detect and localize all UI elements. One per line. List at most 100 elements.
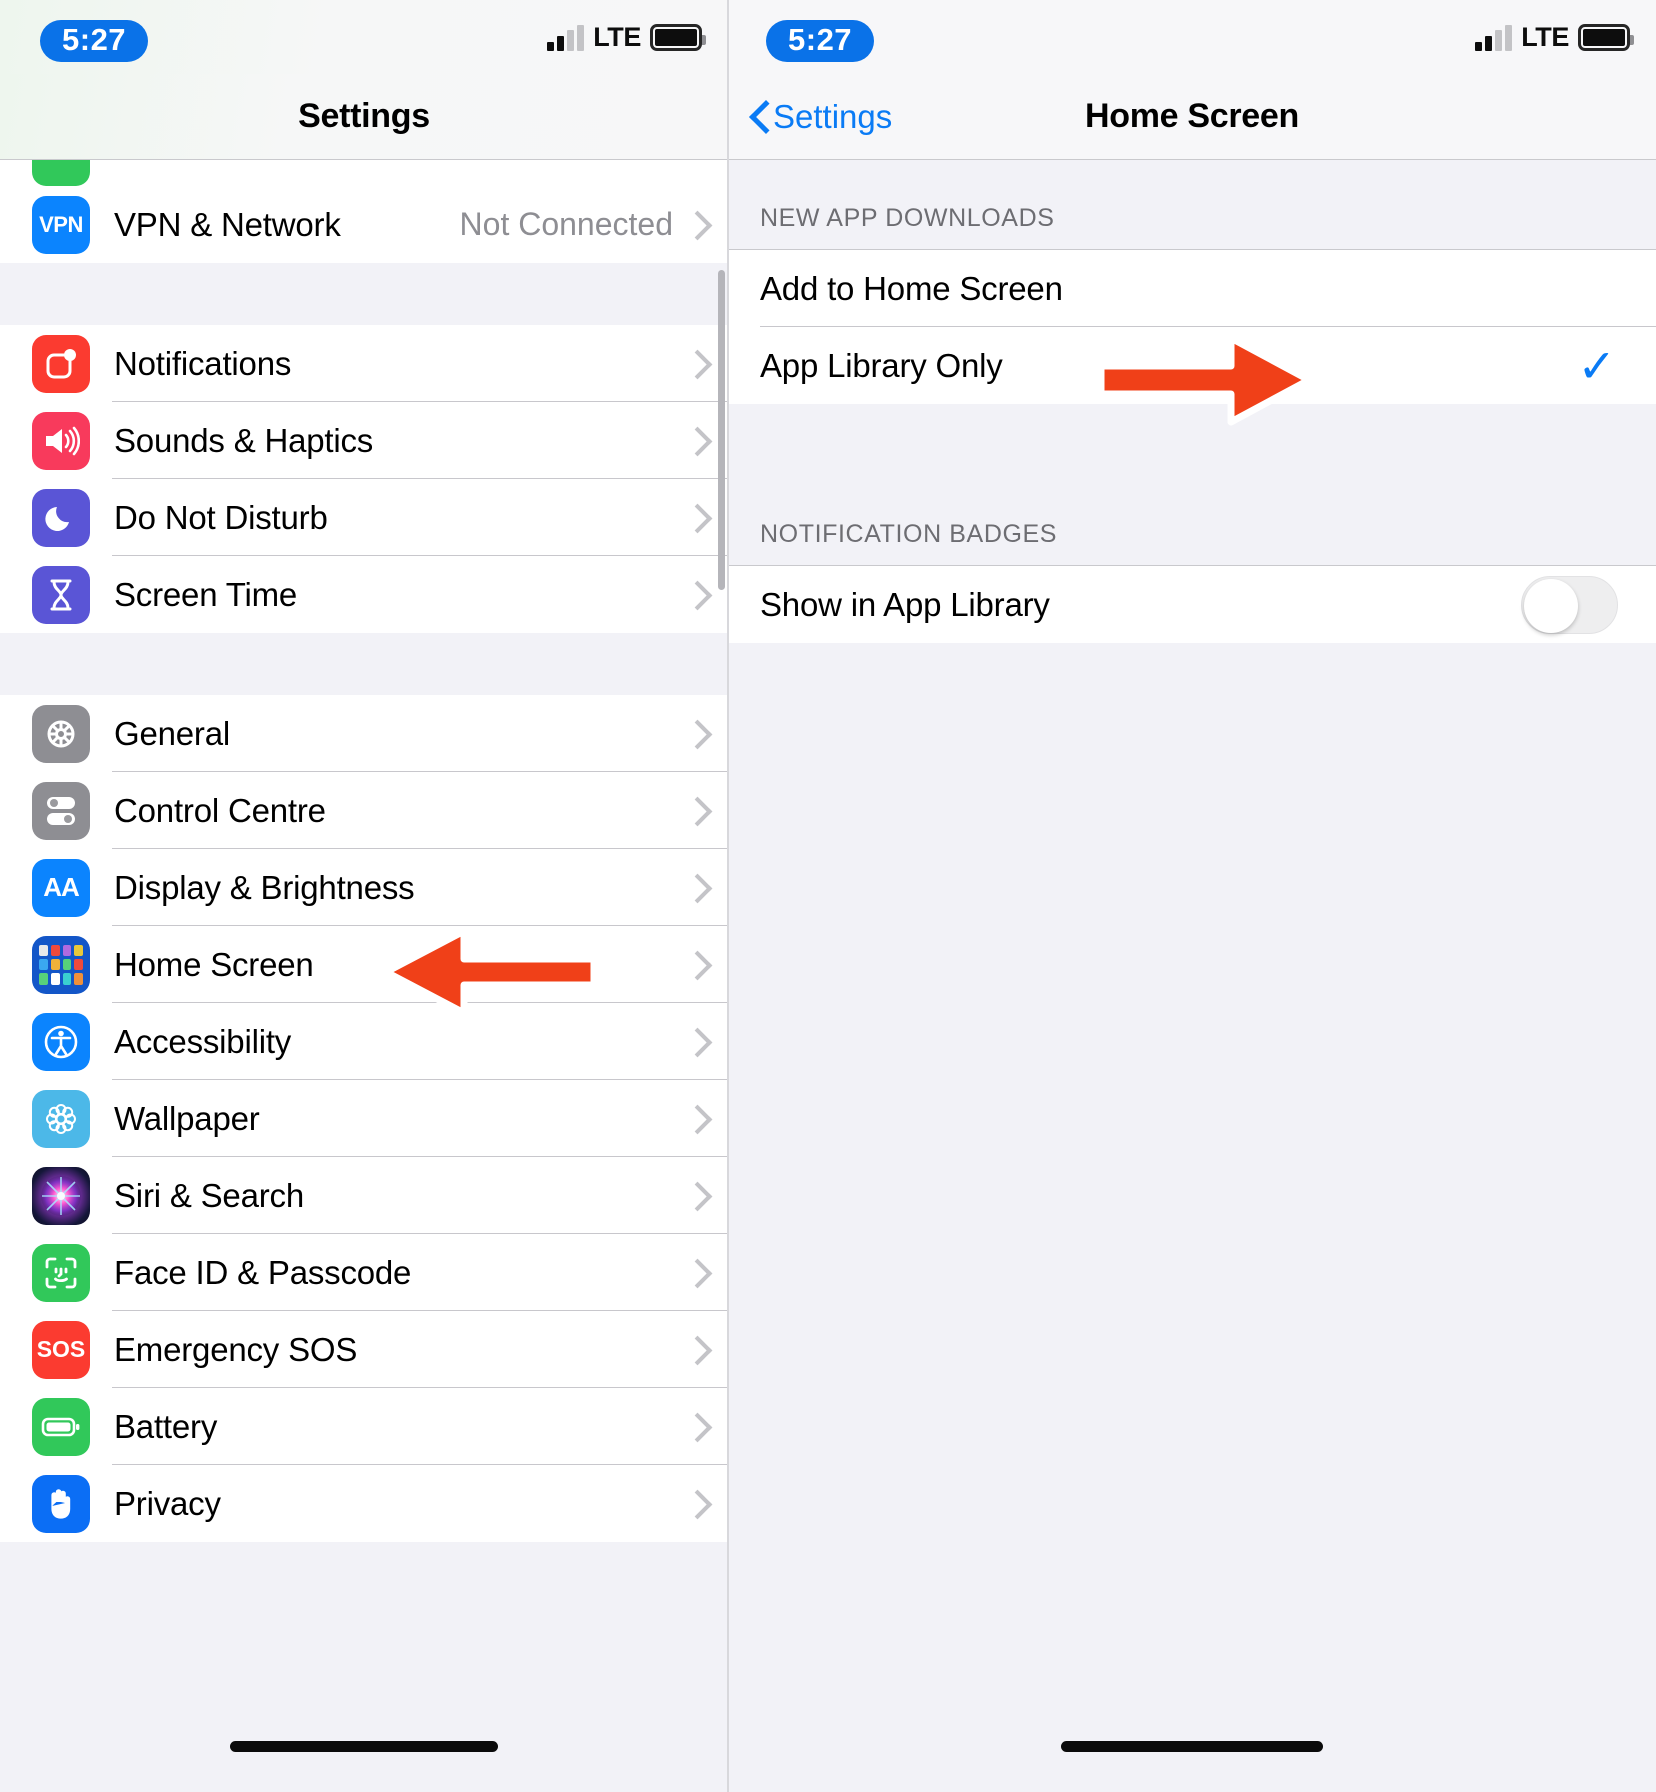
- row-label: Accessibility: [114, 1022, 292, 1060]
- row-label: Wallpaper: [114, 1099, 260, 1137]
- row-label: Do Not Disturb: [114, 498, 328, 536]
- row-label: App Library Only: [760, 346, 1003, 384]
- notifications-icon: [32, 334, 90, 393]
- chevron-right-icon: [687, 351, 702, 377]
- row-label: Privacy: [114, 1484, 221, 1522]
- chevron-right-icon: [687, 428, 702, 454]
- row-label: Notifications: [114, 344, 292, 382]
- row-label: General: [114, 714, 231, 752]
- chevron-right-icon: [687, 1414, 702, 1440]
- row-label: Sounds & Haptics: [114, 421, 374, 459]
- group-gap-1: [0, 263, 728, 325]
- dual-screenshot: 5:27 LTE Settings VPN VPN & Network Not …: [0, 0, 1656, 1792]
- row-label: Home Screen: [114, 945, 314, 983]
- sidebar-item-emergency-sos[interactable]: SOS Emergency SOS: [0, 1311, 728, 1388]
- option-add-to-home-screen[interactable]: Add to Home Screen: [728, 250, 1656, 327]
- back-button-label: Settings: [773, 97, 893, 135]
- sidebar-item-do-not-disturb[interactable]: Do Not Disturb: [0, 479, 728, 556]
- back-button[interactable]: Settings: [750, 98, 892, 136]
- chevron-right-icon: [687, 1491, 702, 1517]
- sidebar-item-sounds-haptics[interactable]: Sounds & Haptics: [0, 402, 728, 479]
- show-in-app-library-toggle[interactable]: [1521, 575, 1618, 634]
- privacy-hand-icon: [32, 1474, 90, 1533]
- chevron-right-icon: [687, 721, 702, 747]
- sidebar-item-general[interactable]: General: [0, 695, 728, 772]
- chevron-right-icon: [687, 875, 702, 901]
- list-scrollbar[interactable]: [718, 270, 725, 590]
- chevron-right-icon: [687, 1183, 702, 1209]
- home-screen-icon: [32, 935, 90, 994]
- chevron-right-icon: [687, 798, 702, 824]
- row-label: Battery: [114, 1407, 218, 1445]
- wallpaper-icon: [32, 1089, 90, 1148]
- home-indicator: [1061, 1741, 1323, 1752]
- sidebar-item-display-brightness[interactable]: AA Display & Brightness: [0, 849, 728, 926]
- sos-icon: SOS: [32, 1320, 90, 1379]
- row-label: Face ID & Passcode: [114, 1253, 412, 1291]
- sidebar-item-vpn-network[interactable]: VPN VPN & Network Not Connected: [0, 186, 728, 263]
- toggle-knob: [1524, 578, 1578, 633]
- sidebar-item-home-screen[interactable]: Home Screen: [0, 926, 728, 1003]
- sidebar-item-battery[interactable]: Battery: [0, 1388, 728, 1465]
- chevron-right-icon: [687, 1260, 702, 1286]
- sidebar-item-privacy[interactable]: Privacy: [0, 1465, 728, 1542]
- network-type-label: LTE: [593, 22, 641, 52]
- sidebar-item-control-centre[interactable]: Control Centre: [0, 772, 728, 849]
- settings-list[interactable]: VPN VPN & Network Not Connected Notifica: [0, 160, 728, 1792]
- signal-bars-icon: [547, 24, 585, 51]
- group-notification-badges: Show in App Library: [728, 566, 1656, 643]
- chevron-right-icon: [687, 582, 702, 608]
- chevron-right-icon: [687, 1106, 702, 1132]
- left-nav-bar: Settings: [0, 74, 728, 160]
- checkmark-icon: ✓: [1577, 339, 1616, 392]
- siri-icon: [32, 1166, 90, 1225]
- vpn-icon: VPN: [32, 195, 90, 254]
- row-label: Add to Home Screen: [760, 269, 1063, 307]
- sidebar-item-accessibility[interactable]: Accessibility: [0, 1003, 728, 1080]
- chevron-right-icon: [687, 505, 702, 531]
- battery-icon: [650, 24, 706, 51]
- row-label: Show in App Library: [760, 585, 1050, 623]
- row-label: Siri & Search: [114, 1176, 304, 1214]
- sidebar-item-siri-search[interactable]: Siri & Search: [0, 1157, 728, 1234]
- battery-icon: [1578, 24, 1634, 51]
- status-indicators: LTE: [1475, 22, 1634, 53]
- status-time: 5:27: [40, 20, 149, 62]
- status-time: 5:27: [766, 20, 875, 62]
- chevron-left-icon: [750, 102, 767, 132]
- section-header-notification-badges: NOTIFICATION BADGES: [728, 468, 1656, 566]
- option-app-library-only[interactable]: App Library Only ✓: [728, 327, 1656, 404]
- row-label: Emergency SOS: [114, 1330, 358, 1368]
- left-status-bar: 5:27 LTE: [0, 0, 728, 74]
- sidebar-item-screen-time[interactable]: Screen Time: [0, 556, 728, 633]
- row-value: Not Connected: [459, 206, 673, 242]
- general-gear-icon: [32, 704, 90, 763]
- sidebar-item-wallpaper[interactable]: Wallpaper: [0, 1080, 728, 1157]
- row-label: Control Centre: [114, 791, 326, 829]
- section-header-new-app-downloads: NEW APP DOWNLOADS: [728, 160, 1656, 250]
- control-centre-icon: [32, 781, 90, 840]
- home-screen-settings-list[interactable]: NEW APP DOWNLOADS Add to Home Screen App…: [728, 160, 1656, 1792]
- setting-show-in-app-library[interactable]: Show in App Library: [728, 566, 1656, 643]
- battery-settings-icon: [32, 1397, 90, 1456]
- right-nav-bar: Settings Home Screen: [728, 74, 1656, 160]
- group-notifications: Notifications Sounds & Haptics Do Not Di…: [0, 325, 728, 633]
- status-indicators: LTE: [547, 22, 706, 53]
- group-gap-2: [0, 633, 728, 695]
- sidebar-item-notifications[interactable]: Notifications: [0, 325, 728, 402]
- page-title: Settings: [298, 97, 430, 135]
- left-phone-screen: 5:27 LTE Settings VPN VPN & Network Not …: [0, 0, 728, 1792]
- accessibility-icon: [32, 1012, 90, 1071]
- group-vpn: VPN VPN & Network Not Connected: [0, 186, 728, 263]
- sidebar-item-face-id-passcode[interactable]: Face ID & Passcode: [0, 1234, 728, 1311]
- group-new-app-downloads: Add to Home Screen App Library Only ✓: [728, 250, 1656, 404]
- chevron-right-icon: [687, 212, 702, 238]
- row-label: Display & Brightness: [114, 868, 415, 906]
- right-status-bar: 5:27 LTE: [728, 0, 1656, 74]
- page-title: Home Screen: [1084, 97, 1299, 135]
- chevron-right-icon: [687, 952, 702, 978]
- signal-bars-icon: [1475, 24, 1513, 51]
- row-label: VPN & Network: [114, 205, 341, 243]
- group-system: General Control Centre AA Display & Brig…: [0, 695, 728, 1542]
- partial-row-top: [0, 160, 728, 186]
